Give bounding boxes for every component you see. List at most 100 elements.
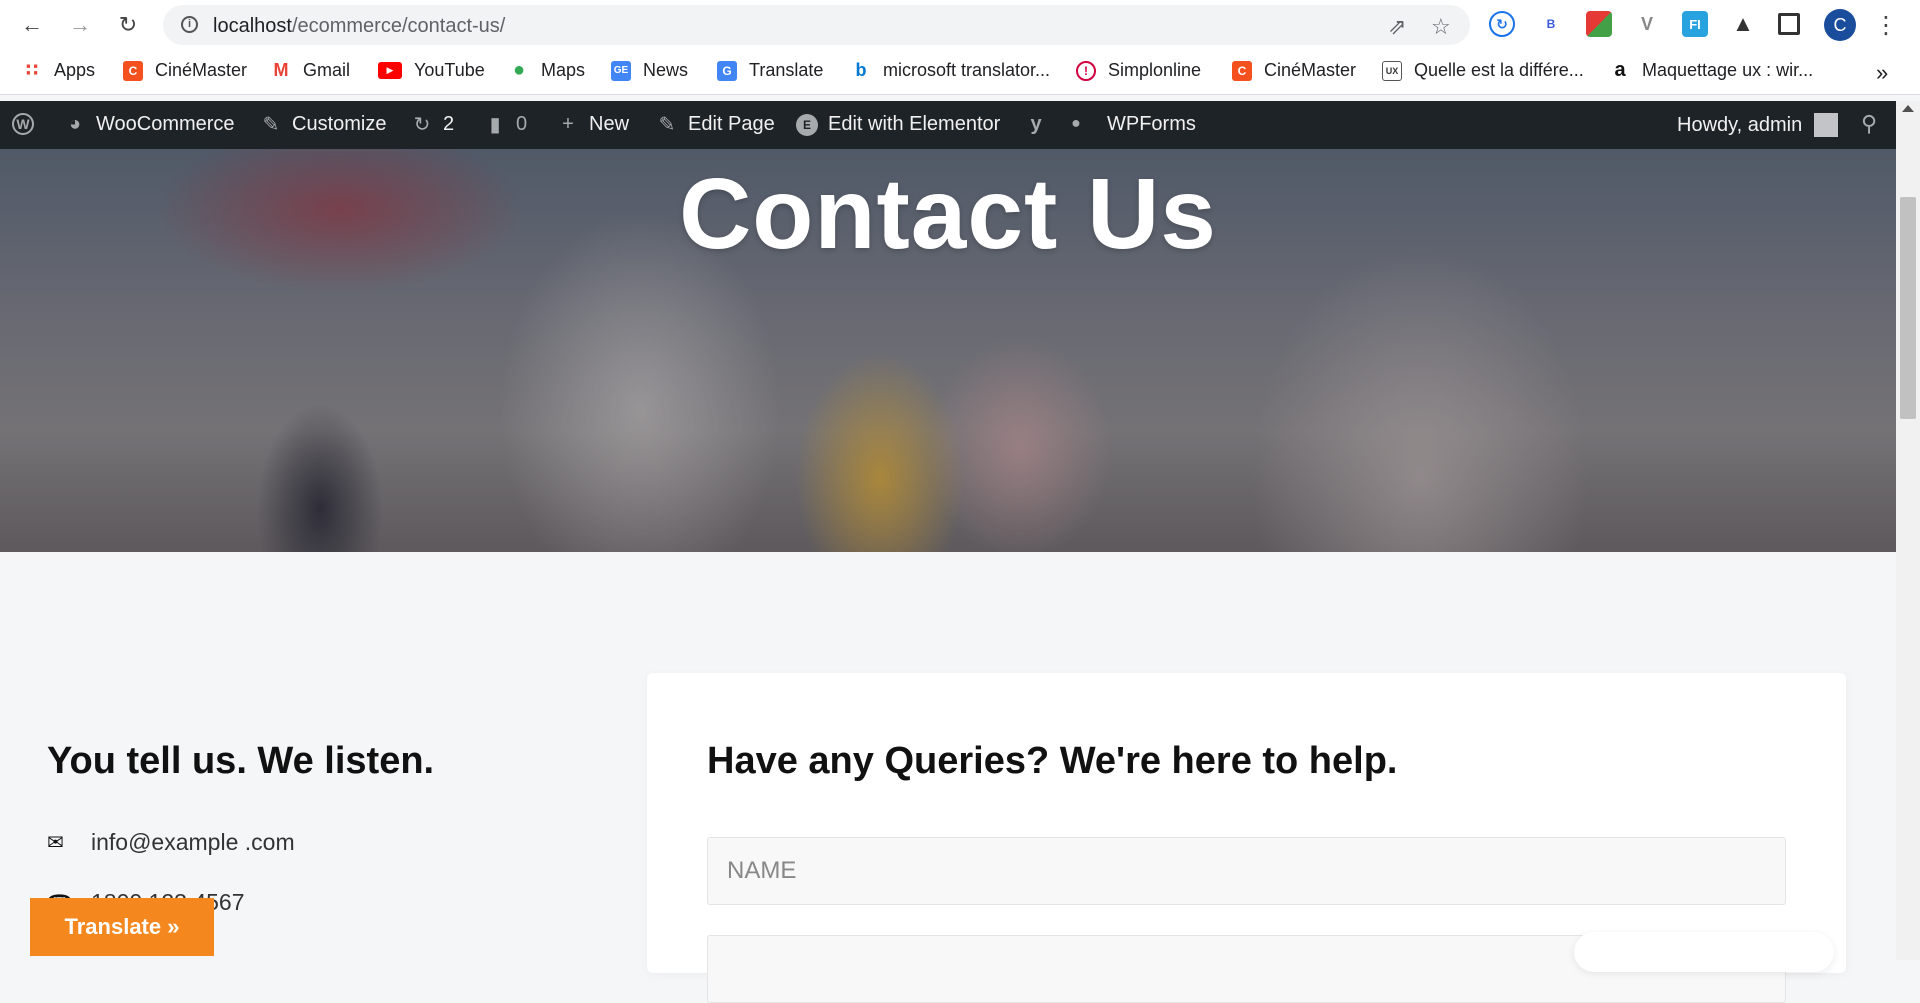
profile-avatar[interactable]: C <box>1824 9 1856 41</box>
bookmark-microsoft-translator[interactable]: b microsoft translator... <box>851 60 1050 81</box>
bookmark-label: Translate <box>749 60 824 80</box>
sync-icon[interactable]: ↻ <box>1489 11 1515 37</box>
bookmark-label: Apps <box>54 60 96 80</box>
contact-heading: You tell us. We listen. <box>47 740 435 782</box>
adminbar-wpforms-label: WPForms <box>1107 113 1196 135</box>
bookmark-label: Maps <box>541 60 586 80</box>
side-panel-icon[interactable] <box>1778 13 1800 35</box>
youtube-icon: ▶ <box>378 62 402 79</box>
bookmark-label: Gmail <box>303 60 351 80</box>
contact-info: You tell us. We listen. <box>47 740 434 783</box>
bookmark-maps[interactable]: ● Maps <box>509 59 586 81</box>
bookmark-maquettage-ux[interactable]: a Maquettage ux : wir... <box>1610 59 1814 81</box>
puzzle-color-extension-icon[interactable] <box>1586 11 1612 37</box>
yoast-seo-icon[interactable]: y <box>1025 113 1057 135</box>
apps-grid-icon: ∷ <box>22 60 42 81</box>
wordpress-logo-icon[interactable]: W <box>12 113 44 135</box>
gmail-icon: M <box>271 60 291 81</box>
site-info-icon[interactable]: i <box>181 16 198 33</box>
adminbar-customize[interactable]: ✎ Customize <box>260 113 387 136</box>
adminbar-updates[interactable]: ↻ 2 <box>411 113 455 136</box>
b-extension-icon[interactable]: B <box>1538 11 1564 37</box>
bookmark-label: News <box>643 60 689 80</box>
scroll-up-arrow-icon[interactable] <box>1902 105 1914 112</box>
bookmark-translate[interactable]: G Translate <box>717 60 823 81</box>
updates-count: 2 <box>443 113 455 135</box>
adminbar-edit-elementor-label: Edit with Elementor <box>828 113 1001 135</box>
translate-button[interactable]: Translate » <box>30 898 214 956</box>
kebab-menu-icon[interactable]: ⋮ <box>1872 11 1900 39</box>
scrollbar-thumb[interactable] <box>1900 197 1916 419</box>
hero-banner: Contact Us <box>0 149 1896 552</box>
bookmark-gmail[interactable]: M Gmail <box>271 60 350 81</box>
bookmark-label: microsoft translator... <box>883 60 1051 80</box>
bookmark-star-icon[interactable]: ☆ <box>1431 14 1451 40</box>
cinemaster-icon: C <box>1232 60 1252 81</box>
adminbar-edit-elementor[interactable]: E Edit with Elementor <box>796 113 1000 136</box>
adminbar-new[interactable]: + New <box>557 113 629 136</box>
adminbar-comments[interactable]: ▮ 0 <box>484 113 527 136</box>
url-path: /ecommerce/contact-us/ <box>291 15 506 37</box>
seo-status-dot-icon: ● <box>1071 115 1081 132</box>
form-heading: Have any Queries? We're here to help. <box>707 740 1398 782</box>
blog-ux-icon: UX <box>1382 60 1402 81</box>
reload-icon[interactable]: ↻ <box>114 11 142 39</box>
translate-icon: G <box>717 60 737 81</box>
share-icon[interactable]: ⇗ <box>1388 14 1406 40</box>
bookmarks-overflow-chevron-icon[interactable]: » <box>1876 60 1888 86</box>
contact-form-card: Have any Queries? We're here to help. <box>647 673 1846 1003</box>
bing-icon: b <box>851 60 871 81</box>
envelope-icon: ✉ <box>47 832 64 854</box>
admin-avatar <box>1814 113 1839 137</box>
bookmark-label: CinéMaster <box>1264 60 1357 80</box>
adminbar-woocommerce[interactable]: ◕ WooCommerce <box>64 113 235 136</box>
adminbar-wpforms[interactable]: WPForms <box>1107 113 1196 136</box>
news-icon: GE <box>611 60 631 81</box>
adminbar-new-label: New <box>589 113 630 135</box>
bookmark-cinemaster[interactable]: C CinéMaster <box>123 60 247 81</box>
page-title: Contact Us <box>679 158 1217 270</box>
plus-icon: + <box>562 113 574 135</box>
bookmark-cinemaster-2[interactable]: C CinéMaster <box>1232 60 1356 81</box>
bookmark-simplonline[interactable]: ! Simplonline <box>1076 60 1201 81</box>
floating-widget[interactable] <box>1574 932 1834 972</box>
browser-toolbar: ← → ↻ i localhost/ecommerce/contact-us/ … <box>0 0 1920 50</box>
updates-icon: ↻ <box>413 114 431 136</box>
elementor-icon: E <box>796 113 818 136</box>
bookmark-label: Simplonline <box>1108 60 1202 80</box>
adminbar-edit-page[interactable]: ✎ Edit Page <box>656 113 775 136</box>
page-scrollbar[interactable] <box>1896 101 1920 960</box>
cinemaster-icon: C <box>123 60 143 81</box>
bookmark-apps[interactable]: ∷ Apps <box>22 60 95 81</box>
comment-bubble-icon: ▮ <box>489 114 501 136</box>
extensions-puzzle-icon[interactable]: ▲ <box>1730 11 1756 37</box>
address-bar[interactable]: i localhost/ecommerce/contact-us/ ⇗ ☆ <box>163 5 1470 45</box>
url-host: localhost <box>213 15 292 37</box>
adminbar-my-account[interactable]: Howdy, admin <box>1677 113 1839 137</box>
contact-email-row: ✉ info@example .com <box>47 829 295 856</box>
bookmark-label: Maquettage ux : wir... <box>1642 60 1814 80</box>
maps-pin-icon: ● <box>509 59 529 81</box>
v-extension-icon[interactable]: V <box>1634 11 1660 37</box>
bookmark-quelle-difference[interactable]: UX Quelle est la différe... <box>1382 60 1584 81</box>
url-text[interactable]: localhost/ecommerce/contact-us/ <box>213 15 505 38</box>
dashboard-gauge-icon: ◕ <box>68 113 82 135</box>
bookmark-label: CinéMaster <box>155 60 248 80</box>
contact-email[interactable]: info@example .com <box>91 829 295 856</box>
simplonline-icon: ! <box>1076 60 1096 81</box>
adminbar-edit-page-label: Edit Page <box>688 113 775 135</box>
bookmark-news[interactable]: GE News <box>611 60 688 81</box>
adminbar-search-icon[interactable]: ⚲ <box>1858 111 1890 136</box>
bookmark-label: Quelle est la différe... <box>1414 60 1584 80</box>
comments-count: 0 <box>516 113 528 135</box>
bookmark-youtube[interactable]: ▶ YouTube <box>378 60 485 81</box>
bookmark-label: YouTube <box>414 60 485 80</box>
bookmarks-bar: ∷ Apps C CinéMaster M Gmail ▶ YouTube ● Maps … <box>0 50 1920 95</box>
forward-arrow-icon[interactable]: → <box>66 11 94 39</box>
fi-extension-icon[interactable]: FI <box>1682 11 1708 37</box>
back-arrow-icon[interactable]: ← <box>18 11 46 39</box>
name-field[interactable] <box>707 837 1786 905</box>
amazon-icon: a <box>1610 59 1630 81</box>
paintbrush-icon: ✎ <box>262 114 280 136</box>
adminbar-howdy-label: Howdy, admin <box>1677 113 1803 136</box>
